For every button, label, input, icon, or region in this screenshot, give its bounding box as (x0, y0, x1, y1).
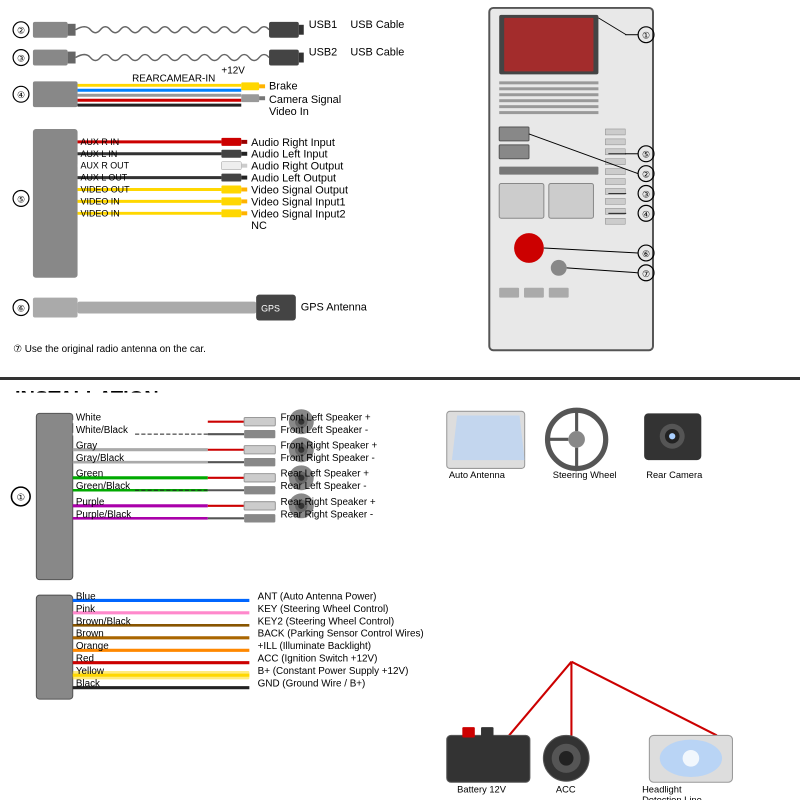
top-wiring-section: ② USB1 USB Cable ③ USB2 USB Cable +12V ④ (0, 0, 800, 380)
svg-text:Front Right Speaker -: Front Right Speaker - (281, 453, 375, 464)
svg-text:Front Right Speaker +: Front Right Speaker + (281, 441, 378, 452)
svg-text:Detection Line: Detection Line (642, 795, 702, 800)
svg-text:Rear Right Speaker -: Rear Right Speaker - (281, 509, 374, 520)
svg-text:⑦: ⑦ (642, 269, 650, 279)
svg-text:Video Signal Input2: Video Signal Input2 (251, 208, 345, 220)
svg-text:Brake: Brake (269, 80, 298, 92)
svg-text:GPS: GPS (261, 304, 280, 314)
svg-text:⑥: ⑥ (642, 249, 650, 259)
svg-text:VIDEO IN: VIDEO IN (81, 196, 120, 206)
svg-text:White: White (76, 413, 102, 424)
svg-text:ACC (Ignition Switch +12V): ACC (Ignition Switch +12V) (258, 654, 378, 665)
svg-text:B+ (Constant Power Supply +12V: B+ (Constant Power Supply +12V) (258, 666, 409, 677)
svg-text:GPS Antenna: GPS Antenna (301, 302, 368, 314)
svg-text:⑥: ⑥ (17, 304, 25, 314)
svg-text:AUX L OUT: AUX L OUT (81, 173, 128, 183)
svg-text:Blue: Blue (76, 591, 96, 602)
svg-text:Brown: Brown (76, 629, 104, 640)
svg-text:Video In: Video In (269, 106, 309, 118)
svg-text:Front Left Speaker -: Front Left Speaker - (281, 425, 369, 436)
svg-text:Pink: Pink (76, 604, 95, 615)
svg-text:②: ② (17, 26, 25, 36)
svg-text:Front Left Speaker +: Front Left Speaker + (281, 413, 371, 424)
svg-text:KEY (Steering Wheel Control): KEY (Steering Wheel Control) (258, 604, 389, 615)
svg-text:Rear Left Speaker +: Rear Left Speaker + (281, 469, 370, 480)
svg-text:Audio Left Input: Audio Left Input (251, 149, 327, 161)
svg-text:②: ② (642, 170, 650, 180)
wiring-diagram-svg: ② USB1 USB Cable ③ USB2 USB Cable +12V ④ (0, 0, 800, 377)
svg-text:AUX R IN: AUX R IN (81, 137, 120, 147)
svg-text:Rear Right Speaker +: Rear Right Speaker + (281, 497, 376, 508)
svg-text:Orange: Orange (76, 641, 109, 652)
svg-text:Purple/Black: Purple/Black (76, 509, 131, 520)
svg-text:Rear Left Speaker -: Rear Left Speaker - (281, 481, 367, 492)
svg-text:Green/Black: Green/Black (76, 481, 130, 492)
svg-text:Steering Wheel: Steering Wheel (553, 470, 617, 480)
svg-text:White/Black: White/Black (76, 425, 128, 436)
svg-text:ANT (Auto Antenna Power): ANT (Auto Antenna Power) (258, 591, 377, 602)
svg-text:Video Signal Input1: Video Signal Input1 (251, 196, 345, 208)
svg-text:⑦ Use the original radio anten: ⑦ Use the original radio antenna on the … (13, 344, 206, 355)
svg-text:Auto Antenna: Auto Antenna (449, 470, 506, 480)
svg-text:Gray/Black: Gray/Black (76, 453, 124, 464)
svg-text:USB1: USB1 (309, 19, 338, 31)
svg-text:Audio Left Output: Audio Left Output (251, 173, 336, 185)
svg-text:⑤: ⑤ (17, 194, 25, 204)
svg-text:Battery 12V: Battery 12V (457, 785, 507, 795)
svg-text:VIDEO IN: VIDEO IN (81, 208, 120, 218)
svg-text:③: ③ (642, 189, 650, 199)
svg-text:ACC: ACC (556, 785, 576, 795)
svg-text:Video Signal Output: Video Signal Output (251, 184, 348, 196)
svg-text:Camera Signal: Camera Signal (269, 94, 341, 106)
svg-text:Black: Black (76, 679, 100, 690)
svg-text:Audio Right Output: Audio Right Output (251, 161, 343, 173)
svg-text:Brown/Black: Brown/Black (76, 616, 131, 627)
svg-text:AUX L IN: AUX L IN (81, 149, 118, 159)
svg-text:Rear Camera: Rear Camera (646, 470, 703, 480)
svg-text:USB Cable: USB Cable (350, 19, 404, 31)
svg-text:③: ③ (17, 54, 25, 64)
svg-text:Audio Right Input: Audio Right Input (251, 137, 335, 149)
svg-text:④: ④ (642, 209, 650, 219)
bottom-installation-section: INSTALLATION [Power Cable Definition] ① (0, 380, 800, 800)
svg-text:NC: NC (251, 220, 267, 232)
svg-text:+ILL (Illuminate Backlight): +ILL (Illuminate Backlight) (258, 641, 371, 652)
svg-text:AUX R OUT: AUX R OUT (81, 161, 130, 171)
svg-text:①: ① (642, 31, 650, 41)
svg-text:⑤: ⑤ (642, 150, 650, 160)
power-cable-diagram-svg: ① (0, 380, 800, 800)
svg-text:Yellow: Yellow (76, 666, 105, 677)
svg-text:Purple: Purple (76, 497, 105, 508)
svg-text:KEY2 (Steering Wheel Control): KEY2 (Steering Wheel Control) (258, 616, 394, 627)
svg-text:REARCAMEAR-IN: REARCAMEAR-IN (132, 73, 215, 84)
svg-text:BACK (Parking Sensor Control W: BACK (Parking Sensor Control Wires) (258, 629, 424, 640)
svg-text:Red: Red (76, 654, 94, 665)
svg-text:Headlight: Headlight (642, 785, 682, 795)
svg-text:①: ① (17, 493, 25, 503)
svg-text:USB Cable: USB Cable (350, 47, 404, 59)
svg-text:Gray: Gray (76, 441, 97, 452)
svg-text:USB2: USB2 (309, 47, 338, 59)
svg-text:VIDEO OUT: VIDEO OUT (81, 184, 131, 194)
svg-text:Green: Green (76, 469, 103, 480)
svg-text:④: ④ (17, 90, 25, 100)
svg-text:+12V: +12V (221, 65, 245, 76)
svg-text:GND (Ground Wire / B+): GND (Ground Wire / B+) (258, 679, 366, 690)
